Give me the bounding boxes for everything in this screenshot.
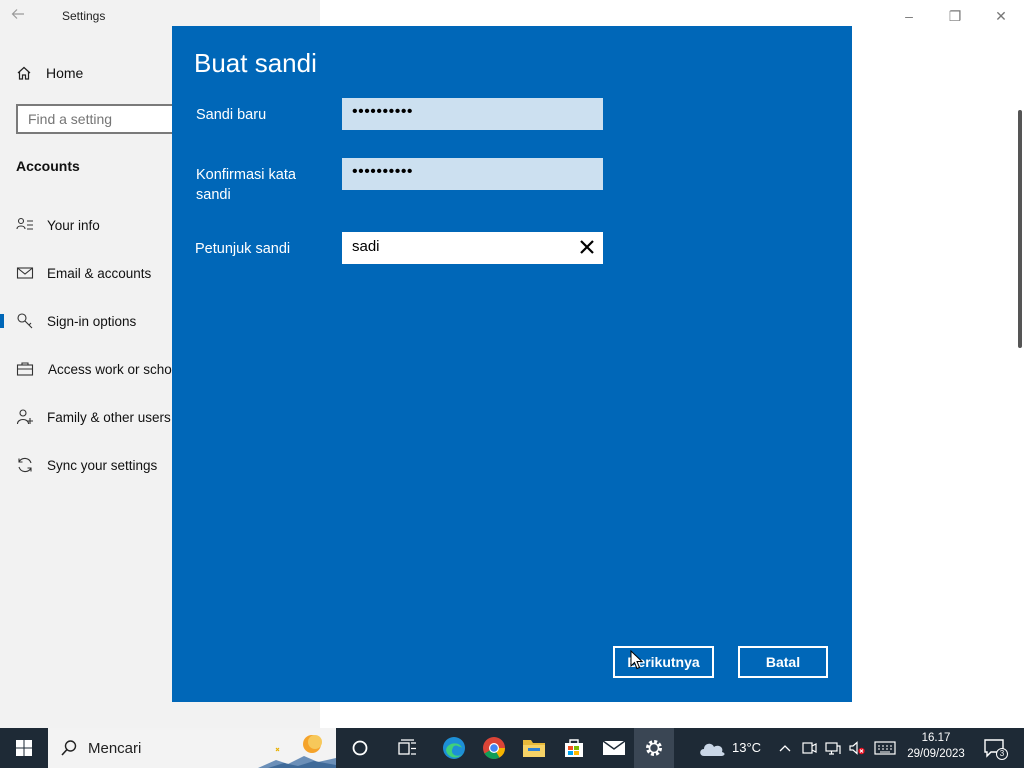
clock-time[interactable]: 16.17 (900, 732, 972, 744)
confirm-password-label: Konfirmasi kata sandi (196, 167, 296, 203)
mail-icon (602, 740, 626, 755)
password-hint-value: sadi (352, 238, 380, 255)
sidebar-item-label: Your info (47, 217, 100, 233)
chrome-button[interactable] (474, 728, 514, 768)
close-button[interactable]: ✕ (986, 6, 1016, 26)
weather-temperature[interactable]: 13°C (732, 740, 761, 755)
windows-logo-icon (16, 740, 32, 756)
briefcase-icon (16, 362, 34, 376)
chevron-up-icon[interactable] (776, 740, 794, 756)
sidebar-item-label: Email & accounts (47, 265, 152, 281)
search-highlight-illustration-icon (258, 735, 336, 768)
home-link[interactable]: Home (16, 62, 83, 84)
sidebar-item-label: Access work or school (48, 361, 183, 377)
clear-icon[interactable] (577, 237, 597, 257)
dialog-title: Buat sandi (194, 48, 317, 78)
new-password-label: Sandi baru (196, 107, 267, 123)
cloud-icon (700, 743, 725, 756)
password-hint-field[interactable]: sadi (342, 232, 603, 264)
store-button[interactable] (554, 728, 594, 768)
network-icon[interactable] (824, 740, 842, 756)
scrollbar-thumb[interactable] (1018, 110, 1022, 348)
sidebar-item-label: Sign-in options (47, 313, 137, 329)
volume-muted-icon[interactable] (848, 740, 866, 756)
settings-icon (646, 740, 662, 756)
task-view-button[interactable] (388, 728, 428, 768)
chrome-icon (483, 737, 505, 759)
clock-date[interactable]: 29/09/2023 (900, 748, 972, 760)
new-password-field[interactable]: •••••••••• (342, 98, 603, 130)
keyboard-icon[interactable] (874, 740, 896, 756)
mouse-cursor-icon (630, 650, 644, 670)
next-button[interactable]: Berikutnya (613, 646, 714, 678)
taskbar-search-box[interactable]: Mencari (48, 728, 336, 768)
sidebar-item-label: Family & other users (47, 409, 171, 425)
selected-indicator (0, 314, 4, 328)
app-title: Settings (62, 9, 106, 23)
start-button[interactable] (0, 728, 48, 768)
taskbar-search-placeholder: Mencari (88, 740, 142, 757)
home-icon (17, 66, 31, 80)
maximize-button[interactable]: ❐ (940, 6, 970, 26)
file-explorer-button[interactable] (514, 728, 554, 768)
add-person-icon (16, 409, 33, 425)
confirm-password-field[interactable]: •••••••••• (342, 158, 603, 190)
store-icon (565, 739, 583, 757)
home-label: Home (46, 65, 84, 81)
edge-icon (443, 737, 465, 759)
minimize-button[interactable]: – (894, 6, 924, 26)
file-explorer-icon (523, 740, 545, 757)
notification-count-badge: 3 (996, 748, 1008, 760)
search-icon (61, 740, 77, 756)
cancel-button[interactable]: Batal (738, 646, 828, 678)
settings-taskbar-button[interactable] (634, 728, 674, 768)
mail-icon (16, 267, 34, 279)
taskbar: Mencari 13°C 16.17 29/09/2023 3 (0, 728, 1024, 768)
edge-button[interactable] (434, 728, 474, 768)
cortana-icon (352, 740, 368, 756)
back-arrow-icon (11, 9, 24, 19)
create-password-dialog: Buat sandi Sandi baru •••••••••• Konfirm… (172, 26, 852, 702)
person-list-icon (16, 217, 33, 230)
section-title: Accounts (16, 158, 80, 174)
cortana-button[interactable] (340, 728, 380, 768)
meet-now-icon[interactable] (800, 740, 818, 756)
confirm-password-value: •••••••••• (352, 163, 414, 180)
sidebar-item-label: Sync your settings (47, 457, 158, 473)
key-icon (17, 313, 33, 329)
password-hint-label: Petunjuk sandi (195, 241, 291, 257)
back-button[interactable] (10, 6, 36, 28)
sync-icon (18, 457, 32, 473)
new-password-value: •••••••••• (352, 103, 414, 120)
mail-button[interactable] (594, 728, 634, 768)
task-view-icon (398, 739, 416, 755)
